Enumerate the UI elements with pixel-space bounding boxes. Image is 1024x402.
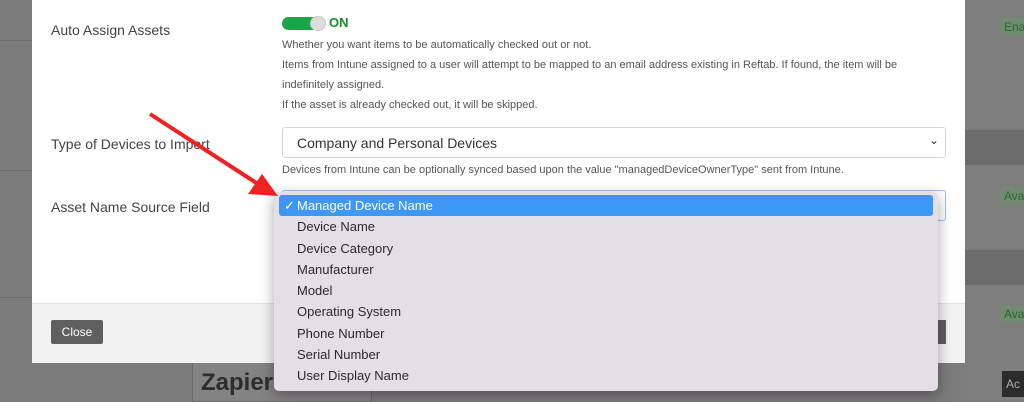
arrow-head: [248, 174, 278, 196]
red-arrow-annotation: [148, 112, 278, 196]
arrow-shaft: [148, 112, 260, 186]
